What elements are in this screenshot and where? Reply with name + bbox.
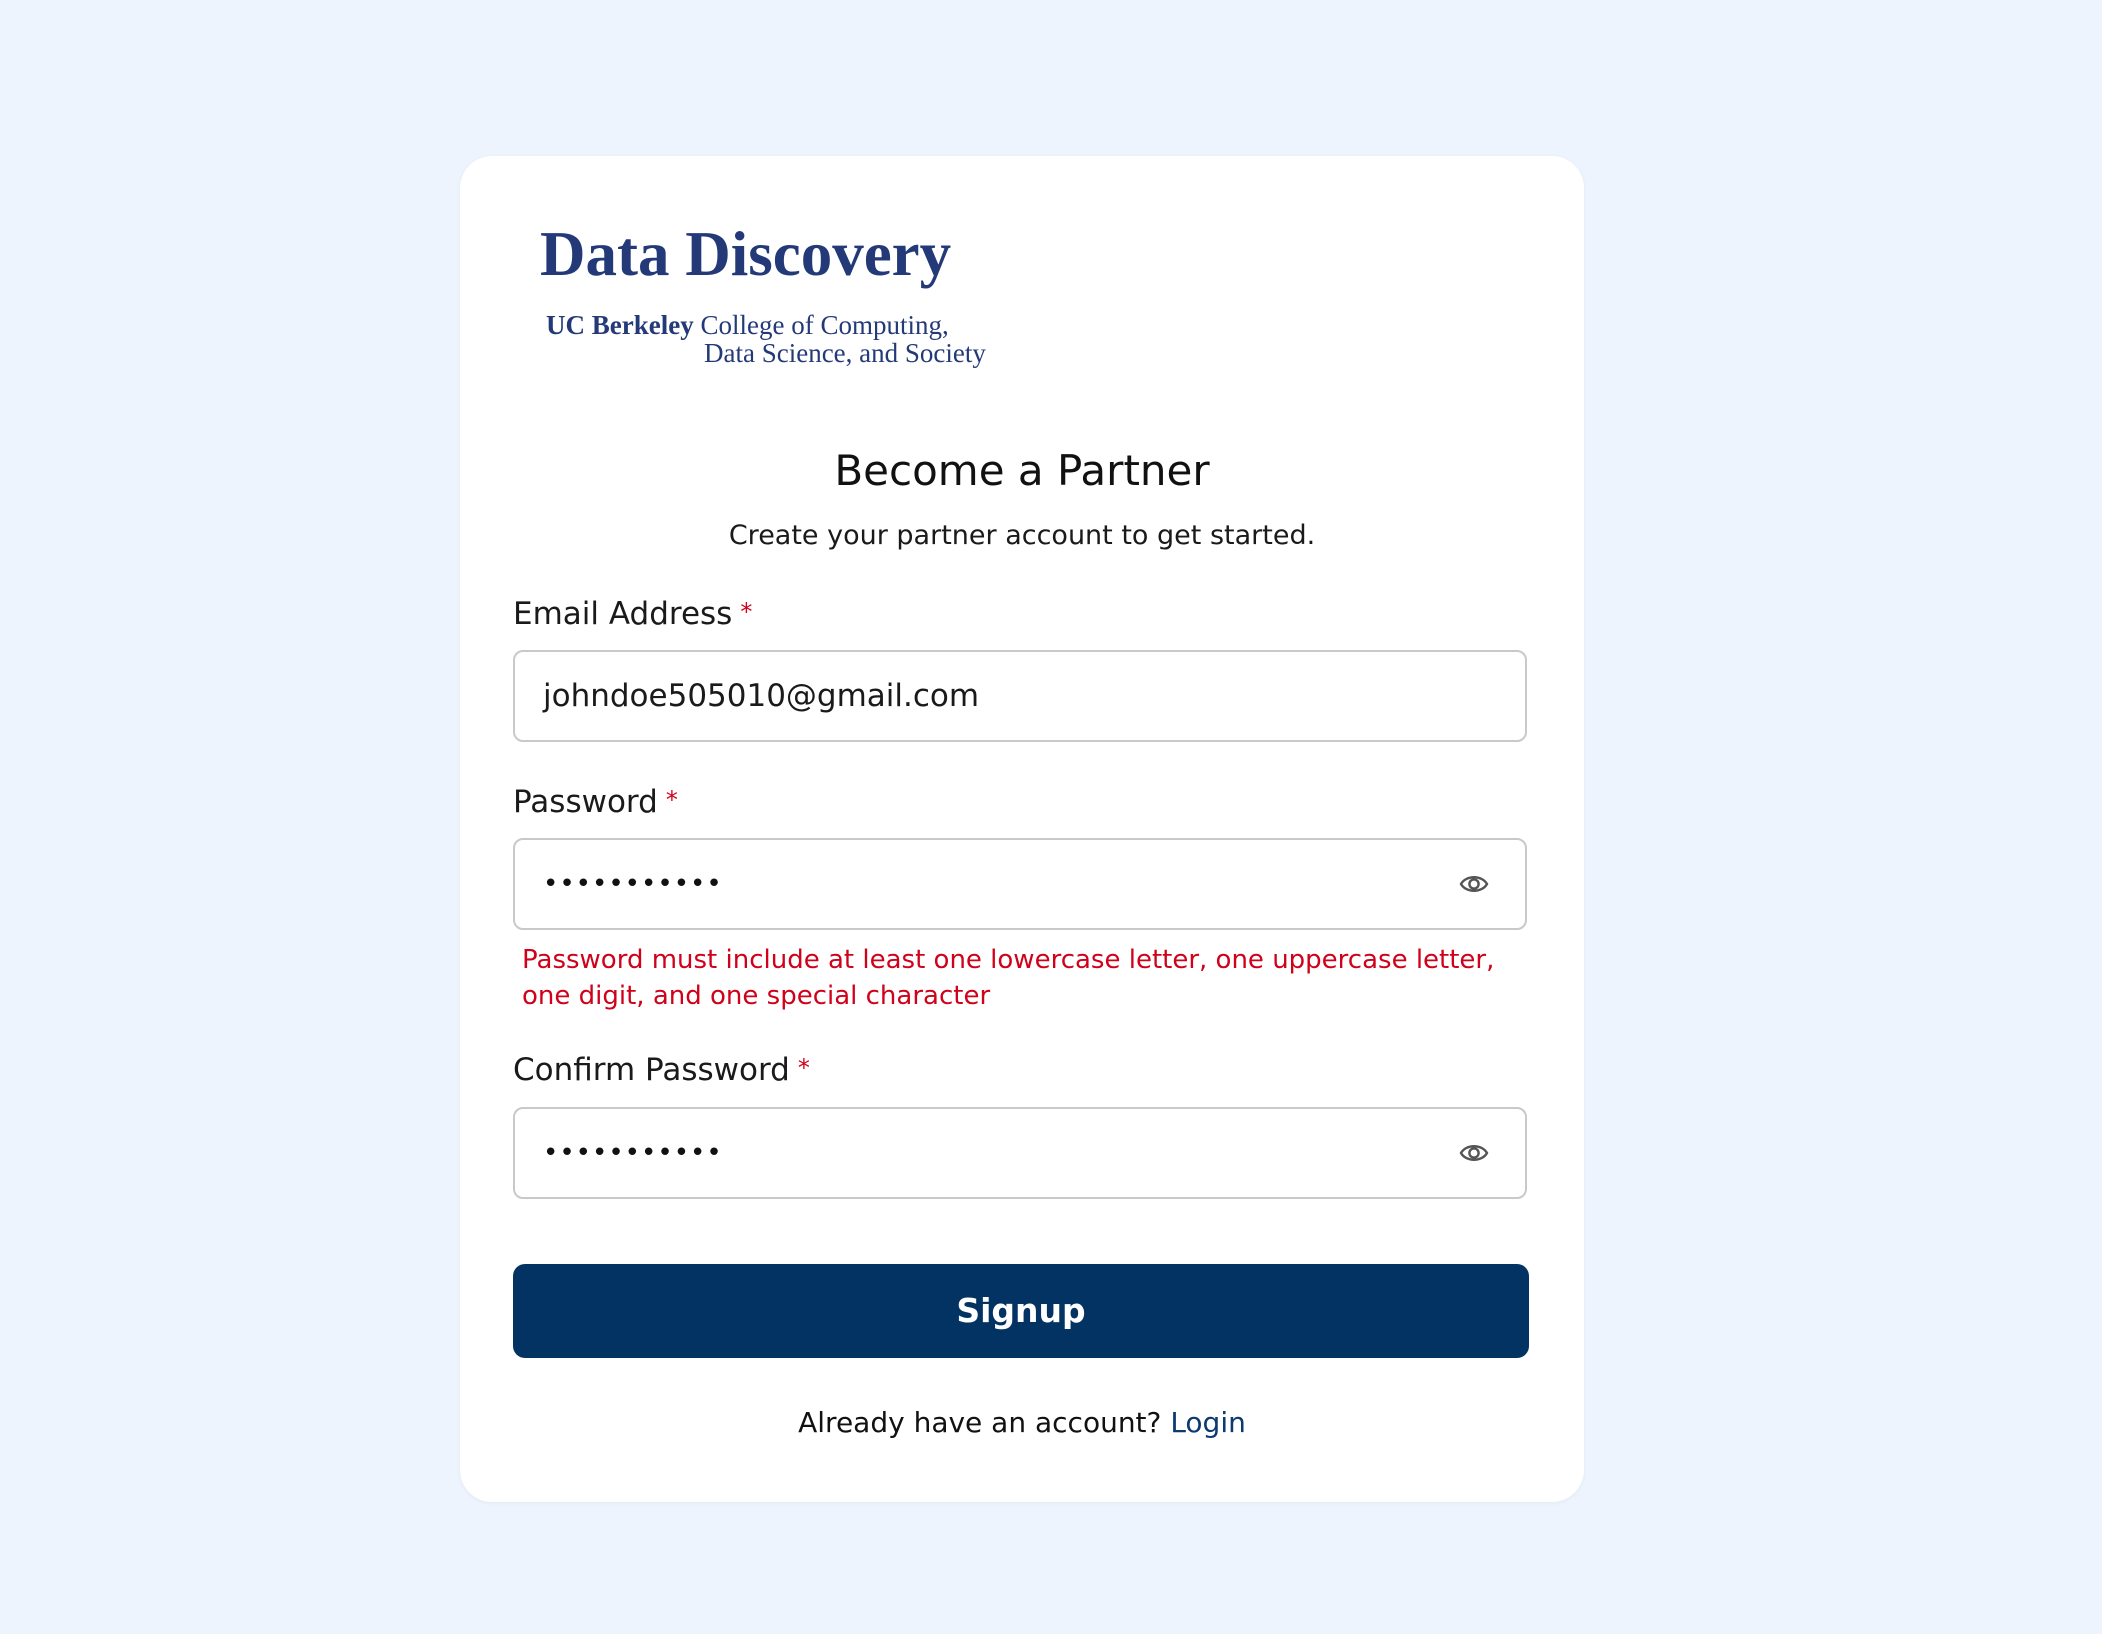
- confirm-password-label-text: Confirm Password: [513, 1052, 790, 1088]
- email-field[interactable]: johndoe505010@gmail.com: [513, 650, 1527, 742]
- login-prompt-text: Already have an account?: [798, 1406, 1162, 1439]
- password-error-message: Password must include at least one lower…: [522, 945, 1495, 1011]
- password-label: Password *: [513, 784, 678, 820]
- signup-button[interactable]: Signup: [513, 1264, 1529, 1358]
- required-marker: *: [740, 598, 753, 626]
- eye-icon[interactable]: [1459, 1139, 1489, 1167]
- password-field[interactable]: •••••••••••: [513, 838, 1527, 930]
- required-marker: *: [665, 786, 678, 814]
- logo-college-text: College of Computing,: [700, 310, 949, 340]
- required-marker: *: [797, 1054, 810, 1082]
- email-label-text: Email Address: [513, 596, 733, 632]
- password-label-text: Password: [513, 784, 658, 820]
- logo-subtitle-line1: UC Berkeley College of Computing,: [546, 310, 949, 341]
- confirm-password-field[interactable]: •••••••••••: [513, 1107, 1527, 1199]
- email-value: johndoe505010@gmail.com: [543, 678, 980, 714]
- email-label: Email Address *: [513, 596, 752, 632]
- data-discovery-logo: Data Discovery UC Berkeley College of Co…: [540, 218, 1000, 368]
- login-link[interactable]: Login: [1170, 1406, 1246, 1439]
- password-value: •••••••••••: [543, 869, 723, 899]
- confirm-password-value: •••••••••••: [543, 1138, 723, 1168]
- logo-subtitle-line2: Data Science, and Society: [704, 338, 986, 368]
- logo-title: Data Discovery: [540, 219, 952, 289]
- eye-icon[interactable]: [1459, 870, 1489, 898]
- login-prompt: Already have an account? Login: [460, 1406, 1584, 1439]
- logo-berkeley-text: UC Berkeley: [546, 310, 694, 340]
- page-title: Become a Partner: [834, 446, 1210, 495]
- page-subtitle: Create your partner account to get start…: [728, 520, 1316, 551]
- confirm-password-label: Confirm Password *: [513, 1052, 810, 1088]
- signup-card: Data Discovery UC Berkeley College of Co…: [460, 156, 1584, 1502]
